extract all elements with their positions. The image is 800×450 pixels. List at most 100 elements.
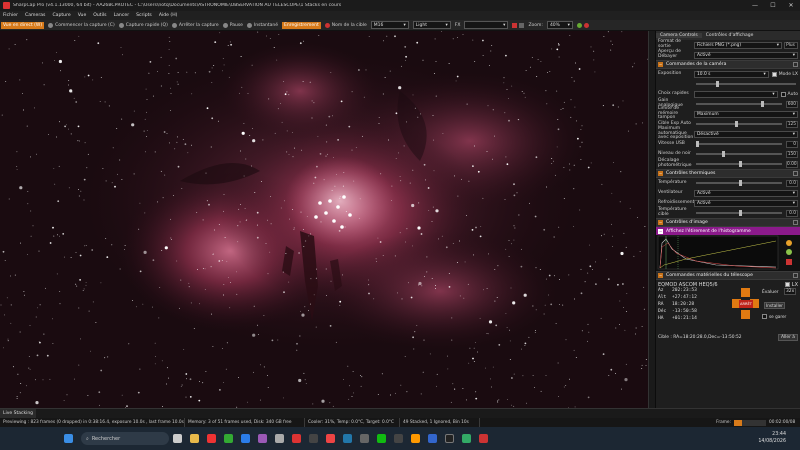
- mount-install-button[interactable]: Installer: [764, 302, 785, 309]
- app-icon-dark[interactable]: [309, 434, 318, 443]
- mount-park-checkbox[interactable]: [762, 314, 767, 319]
- south-arrow-icon[interactable]: [741, 310, 750, 319]
- mount-track-checkbox[interactable]: [784, 282, 790, 287]
- slider-knob[interactable]: [739, 161, 742, 167]
- menu-outils[interactable]: Outils: [93, 13, 106, 18]
- slider-knob[interactable]: [760, 101, 764, 107]
- frame-type-select[interactable]: Light ▾: [412, 21, 451, 29]
- close-button[interactable]: ✕: [782, 2, 800, 9]
- app-icon-purple[interactable]: [258, 434, 267, 443]
- menu-fichier[interactable]: Fichier: [3, 13, 18, 18]
- menu-lancer[interactable]: Lancer: [114, 13, 130, 18]
- image-viewer[interactable]: [0, 31, 655, 408]
- menu-cameras[interactable]: Cameras: [25, 13, 45, 18]
- whatsapp-icon[interactable]: [224, 434, 233, 443]
- slider-knob[interactable]: [739, 210, 742, 216]
- usb-speed-slider[interactable]: [696, 141, 782, 147]
- section-menu-icon[interactable]: [793, 171, 798, 176]
- menu-aide[interactable]: Aide (H): [159, 13, 178, 18]
- slider-knob[interactable]: [721, 151, 725, 157]
- app-icon-grey[interactable]: [275, 434, 284, 443]
- edge-icon[interactable]: [241, 434, 250, 443]
- usb-speed-value[interactable]: 0: [786, 140, 798, 148]
- debayer-select[interactable]: Activé ▾: [694, 51, 798, 59]
- extra-tools[interactable]: [576, 22, 589, 28]
- minimize-button[interactable]: —: [746, 2, 764, 9]
- file-explorer-icon[interactable]: [190, 434, 199, 443]
- sharpcap-icon[interactable]: [292, 434, 301, 443]
- gain-value[interactable]: 600: [786, 100, 798, 108]
- live-view-button[interactable]: Vue en direct (W): [1, 21, 45, 29]
- target-temp-slider[interactable]: [696, 210, 782, 216]
- fan-select[interactable]: Activé ▾: [694, 189, 798, 197]
- section-menu-icon[interactable]: [793, 62, 798, 67]
- app-icon-red[interactable]: [207, 434, 216, 443]
- slider-knob[interactable]: [716, 81, 719, 87]
- slider-knob[interactable]: [696, 141, 699, 147]
- slider-knob[interactable]: [734, 121, 738, 127]
- maximize-button[interactable]: ☐: [764, 2, 782, 9]
- app-icon-dark-2[interactable]: [394, 434, 403, 443]
- north-arrow-icon[interactable]: [741, 288, 750, 297]
- tab-display-controls[interactable]: Contrôles d'affichage: [702, 33, 758, 38]
- output-format-select[interactable]: Fichiers PNG (*.png) ▾: [694, 41, 782, 49]
- output-format-plus-button[interactable]: Plus: [784, 41, 798, 49]
- mount-section-header[interactable]: − Commandes matérielles du télescope: [656, 271, 800, 280]
- gain-slider[interactable]: [696, 101, 782, 107]
- save-button[interactable]: Enregistrement: [282, 21, 321, 29]
- exposure-slider[interactable]: [696, 81, 796, 87]
- camera-section-header[interactable]: − Commandes de la caméra: [656, 60, 800, 69]
- photometric-offset-slider[interactable]: [696, 161, 782, 167]
- target-name-input[interactable]: M16 ▾: [370, 21, 409, 29]
- target-temp-value[interactable]: 0.0: [786, 209, 798, 217]
- menu-capture[interactable]: Capture: [52, 13, 70, 18]
- photometric-offset-value[interactable]: 0.00: [786, 160, 798, 168]
- app-icon-blue-2[interactable]: [428, 434, 437, 443]
- display-tools[interactable]: [512, 22, 525, 28]
- mount-rate-select[interactable]: 32x: [784, 288, 797, 295]
- menu-scripts[interactable]: Scripts: [136, 13, 152, 18]
- snapshot-button[interactable]: Instantané: [246, 22, 278, 28]
- panel-collapse-strip[interactable]: [648, 31, 655, 408]
- image-section-header[interactable]: − Contrôles d'image: [656, 218, 800, 227]
- exposure-select[interactable]: 10.0 s ▾: [694, 70, 769, 78]
- cooler-select[interactable]: Activé ▾: [694, 199, 798, 207]
- black-level-value[interactable]: 150: [786, 150, 798, 158]
- app-icon-grey-2[interactable]: [360, 434, 369, 443]
- app-icon-orange[interactable]: [411, 434, 420, 443]
- fx-select[interactable]: ▾: [464, 21, 509, 29]
- taskbar-search[interactable]: ⌕ Rechercher: [81, 432, 169, 445]
- zoom-select[interactable]: 40% ▾: [546, 21, 573, 29]
- auto-max-select[interactable]: Désactivé ▾: [694, 130, 798, 138]
- taskbar-clock[interactable]: 23:44 14/08/2026: [758, 431, 786, 445]
- live-stacking-tab[interactable]: Live Stacking: [0, 409, 37, 418]
- app-icon-blue[interactable]: [343, 434, 352, 443]
- buffer-select[interactable]: Maximum ▾: [694, 110, 798, 118]
- section-menu-icon[interactable]: [793, 273, 798, 278]
- lx-mode-checkbox[interactable]: [771, 71, 777, 77]
- app-icon-green[interactable]: [377, 434, 386, 443]
- app-icon-red-3[interactable]: [479, 434, 488, 443]
- app-icon-dark-3[interactable]: [445, 434, 454, 443]
- quick-choice-select[interactable]: ▾: [694, 90, 778, 98]
- section-menu-icon[interactable]: [793, 220, 798, 225]
- quick-capture-button[interactable]: Capture rapide (Q): [118, 22, 168, 28]
- mount-stop-button[interactable]: ARRÊT: [739, 300, 753, 308]
- start-capture-button[interactable]: Commencer la capture (C): [48, 22, 115, 28]
- histogram-plot[interactable]: [656, 235, 800, 271]
- stop-capture-button[interactable]: Arrêter la capture: [171, 22, 219, 28]
- mount-goto-button[interactable]: Aller à: [777, 334, 798, 341]
- auto-exp-target-slider[interactable]: [696, 121, 782, 127]
- windows-start-icon[interactable]: [64, 434, 73, 443]
- auto-exp-target-value[interactable]: 125: [786, 120, 798, 128]
- app-icon-green-2[interactable]: [462, 434, 471, 443]
- auto-checkbox[interactable]: [780, 91, 786, 97]
- black-level-slider[interactable]: [696, 151, 782, 157]
- task-view-icon[interactable]: [173, 434, 182, 443]
- app-icon-red-2[interactable]: [326, 434, 335, 443]
- thermal-section-header[interactable]: − Contrôles thermiques: [656, 169, 800, 178]
- tab-camera-controls[interactable]: Camera Controls: [656, 33, 702, 38]
- histogram-header[interactable]: − Affichez l'étirement de l'histogramme: [656, 227, 800, 235]
- pause-button[interactable]: Pause: [222, 22, 243, 28]
- menu-vue[interactable]: Vue: [78, 13, 87, 18]
